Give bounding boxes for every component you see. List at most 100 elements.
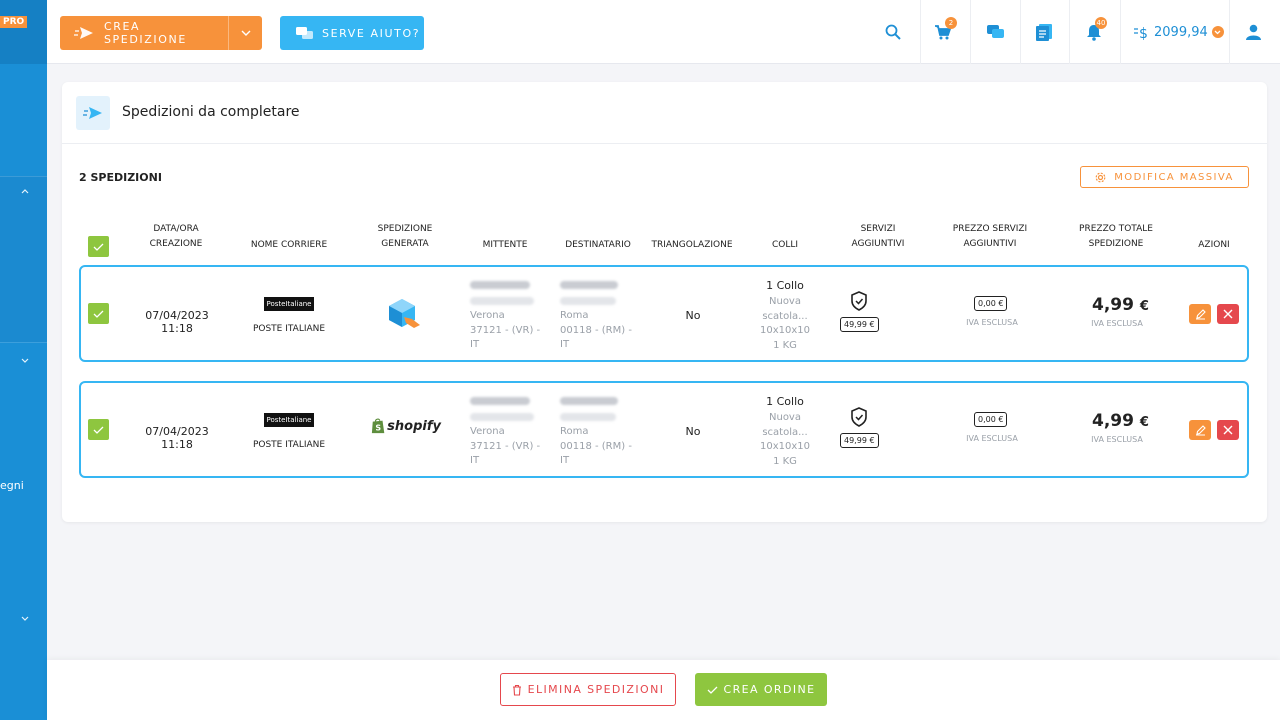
balance-menu[interactable]: $ 2099,94 bbox=[1134, 0, 1224, 64]
column-header-actions: AZIONI bbox=[1198, 240, 1230, 250]
cart-icon[interactable] bbox=[933, 0, 953, 64]
service-price: 49,99 € bbox=[840, 433, 879, 448]
services-vat-note: IVA ESCLUSA bbox=[966, 434, 1018, 443]
address-line: Verona bbox=[470, 310, 505, 321]
divider bbox=[920, 0, 921, 64]
column-header-line: DATA/ORA bbox=[153, 224, 199, 234]
brand-area[interactable]: PRO bbox=[0, 0, 47, 64]
package-line: Nuova bbox=[769, 412, 801, 423]
redacted-sender-name bbox=[470, 397, 530, 405]
delete-button[interactable] bbox=[1217, 420, 1239, 440]
package-line: Nuova bbox=[769, 296, 801, 307]
currency-symbol: € bbox=[1139, 299, 1149, 314]
create-shipment-dropdown[interactable] bbox=[228, 16, 262, 50]
address-line: Roma bbox=[560, 426, 589, 437]
wallet-icon: $ bbox=[1134, 26, 1148, 40]
courier-logo: PosteItaliane bbox=[264, 413, 314, 427]
document-icon[interactable] bbox=[1034, 0, 1054, 64]
redacted-recipient-name bbox=[560, 281, 618, 289]
address-line: IT bbox=[560, 455, 570, 466]
column-header-line: PREZZO TOTALE bbox=[1079, 224, 1153, 234]
redacted-sender-street bbox=[470, 413, 534, 421]
chevron-down-icon bbox=[241, 30, 250, 36]
shopify-bag-icon: S bbox=[371, 418, 385, 434]
check-icon bbox=[707, 686, 718, 694]
address-line: Roma bbox=[560, 310, 589, 321]
column-header-total-price: PREZZO TOTALE SPEDIZIONE bbox=[1066, 222, 1166, 252]
column-header-triangulation: TRIANGOLAZIONE bbox=[651, 240, 733, 250]
courier-name: POSTE ITALIANE bbox=[252, 324, 326, 334]
card-header: Spedizioni da completare bbox=[62, 82, 1267, 144]
mass-edit-button[interactable]: MODIFICA MASSIVA bbox=[1080, 166, 1249, 188]
row-checkbox[interactable] bbox=[88, 419, 109, 440]
divider bbox=[1020, 0, 1021, 64]
column-header-generated: SPEDIZIONE GENERATA bbox=[365, 222, 445, 252]
table-row[interactable]: 07/04/2023 11:18 PosteItaliane POSTE ITA… bbox=[79, 381, 1249, 478]
pro-badge: PRO bbox=[0, 16, 28, 28]
package-line: 1 KG bbox=[773, 455, 797, 467]
column-header-line: SPEDIZIONE bbox=[1088, 239, 1144, 249]
delete-button[interactable] bbox=[1217, 304, 1239, 324]
package-line: 10x10x10 bbox=[759, 325, 810, 336]
column-header-packages: COLLI bbox=[771, 240, 799, 250]
chevron-down-icon[interactable] bbox=[21, 614, 29, 625]
services-price: 0,00 € bbox=[974, 296, 1008, 311]
row-checkbox[interactable] bbox=[88, 303, 109, 324]
column-header-line: AGGIUNTIVI bbox=[851, 239, 905, 249]
edit-button[interactable] bbox=[1189, 304, 1211, 324]
chevron-up-icon[interactable] bbox=[21, 186, 29, 197]
create-order-button[interactable]: CREA ORDINE bbox=[695, 673, 827, 706]
shield-icon bbox=[850, 407, 868, 430]
total-price-value: 4,99 bbox=[1092, 295, 1134, 315]
help-button[interactable]: SERVE AIUTO? bbox=[280, 16, 424, 50]
create-shipment-main[interactable]: CREA SPEDIZIONE bbox=[60, 16, 228, 50]
chevron-down-icon bbox=[1211, 26, 1224, 38]
address-line: IT bbox=[560, 339, 570, 350]
courier-name: POSTE ITALIANE bbox=[252, 440, 326, 450]
column-header-sender: MITTENTE bbox=[482, 240, 528, 250]
select-all-checkbox[interactable] bbox=[88, 236, 109, 257]
svg-text:$: $ bbox=[1139, 26, 1148, 40]
column-header-line: PREZZO SERVIZI bbox=[952, 224, 1028, 234]
delete-shipments-button[interactable]: ELIMINA SPEDIZIONI bbox=[500, 673, 676, 706]
bell-icon[interactable] bbox=[1084, 0, 1104, 64]
search-icon[interactable] bbox=[883, 0, 903, 64]
redacted-recipient-name bbox=[560, 397, 618, 405]
address-line: 37121 - (VR) - bbox=[470, 324, 541, 336]
edit-button[interactable] bbox=[1189, 420, 1211, 440]
shopify-logo: S shopify bbox=[371, 417, 441, 435]
address-line: IT bbox=[470, 339, 480, 350]
package-line: 1 KG bbox=[773, 339, 797, 351]
column-header-courier: NOME CORRIERE bbox=[250, 240, 328, 250]
user-icon[interactable] bbox=[1243, 0, 1263, 64]
table-row[interactable]: 07/04/2023 11:18 PosteItaliane POSTE ITA… bbox=[79, 265, 1249, 362]
chevron-down-icon[interactable] bbox=[21, 356, 29, 367]
packages-count: 1 Collo bbox=[766, 279, 804, 292]
divider bbox=[1120, 0, 1121, 64]
packages-description: Nuova scatola... 10x10x10 1 KG bbox=[749, 295, 821, 353]
packages-description: Nuova scatola... 10x10x10 1 KG bbox=[749, 411, 821, 469]
chat-icon[interactable] bbox=[985, 0, 1007, 64]
shield-icon bbox=[850, 291, 868, 314]
sidebar-item-label[interactable]: egni bbox=[0, 479, 24, 492]
delete-shipments-label: ELIMINA SPEDIZIONI bbox=[527, 683, 665, 696]
currency-symbol: € bbox=[1139, 415, 1149, 430]
total-vat-note: IVA ESCLUSA bbox=[1091, 319, 1143, 328]
create-shipment-button[interactable]: CREA SPEDIZIONE bbox=[60, 16, 262, 50]
box-icon bbox=[385, 297, 425, 334]
column-header-line: AGGIUNTIVI bbox=[963, 239, 1017, 249]
column-header-line: SERVIZI bbox=[860, 224, 896, 234]
sidebar-section bbox=[0, 176, 47, 342]
redacted-recipient-street bbox=[560, 297, 616, 305]
address-line: Verona bbox=[470, 426, 505, 437]
total-price: 4,99 € bbox=[1092, 411, 1149, 431]
triangulation-value: No bbox=[685, 309, 701, 322]
pencil-icon bbox=[1195, 308, 1206, 320]
page-title: Spedizioni da completare bbox=[122, 104, 300, 120]
column-header-services: SERVIZI AGGIUNTIVI bbox=[835, 222, 921, 252]
divider bbox=[970, 0, 971, 64]
redacted-sender-street bbox=[470, 297, 534, 305]
paper-plane-icon bbox=[74, 27, 93, 39]
trash-icon bbox=[512, 684, 521, 696]
sidebar-divider bbox=[0, 342, 47, 343]
